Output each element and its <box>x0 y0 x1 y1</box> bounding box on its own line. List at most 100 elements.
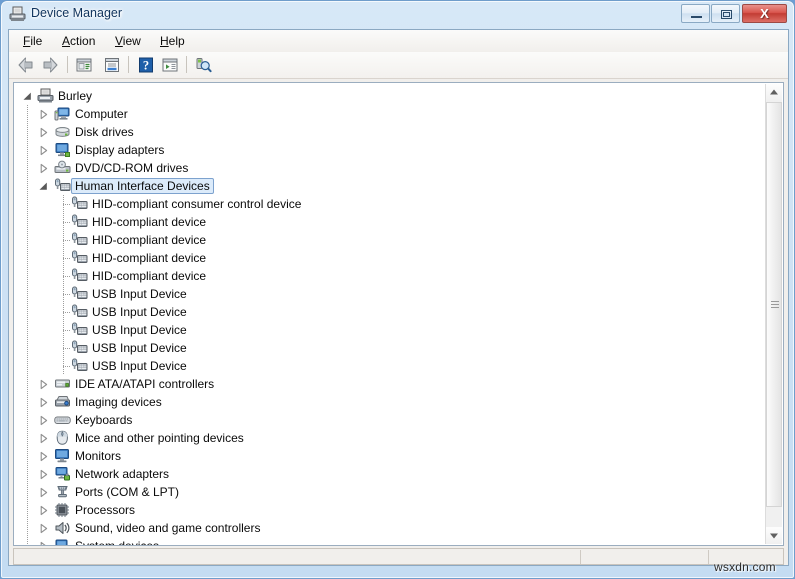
tree-expander-collapsed[interactable] <box>38 145 49 156</box>
scroll-thumb-grip <box>771 301 779 308</box>
scan-for-hardware-changes-icon[interactable] <box>194 56 212 74</box>
menu-view[interactable]: View <box>107 33 149 49</box>
tree-item[interactable]: HID-compliant consumer control device <box>14 195 768 213</box>
restore-button[interactable] <box>711 4 740 23</box>
help-icon[interactable]: ? <box>137 56 155 74</box>
tree-item-label: Human Interface Devices <box>71 178 214 194</box>
tree-expander-collapsed[interactable] <box>38 415 49 426</box>
tree-item[interactable]: DVD/CD-ROM drives <box>14 159 768 177</box>
tree-item-label: HID-compliant device <box>92 215 207 229</box>
client-area: File Action View Help ? Burley Computer … <box>8 29 789 566</box>
imaging-device-icon <box>54 394 71 410</box>
menu-help[interactable]: Help <box>152 33 193 49</box>
ide-controller-icon <box>54 376 71 392</box>
status-separator <box>708 550 709 564</box>
scroll-down-arrow[interactable] <box>766 527 782 544</box>
tree-item[interactable]: USB Input Device <box>14 321 768 339</box>
tree-expander-collapsed[interactable] <box>38 469 49 480</box>
tree-item[interactable]: HID-compliant device <box>14 213 768 231</box>
tree-item[interactable]: Network adapters <box>14 465 768 483</box>
tree-item[interactable]: USB Input Device <box>14 357 768 375</box>
hid-device-icon <box>71 322 88 338</box>
menu-action[interactable]: Action <box>54 33 103 49</box>
network-adapter-icon <box>54 466 71 482</box>
tree-expander-collapsed[interactable] <box>38 523 49 534</box>
device-manager-icon <box>9 6 26 22</box>
tree-guide-line <box>63 330 70 331</box>
tree-item[interactable]: USB Input Device <box>14 285 768 303</box>
tree-item-label: Monitors <box>75 449 122 463</box>
hid-device-icon <box>71 286 88 302</box>
tree-expander-collapsed[interactable] <box>38 541 49 545</box>
sound-controller-icon <box>54 520 71 536</box>
minimize-button[interactable] <box>681 4 710 23</box>
tree-item[interactable]: Sound, video and game controllers <box>14 519 768 537</box>
tree-expander-collapsed[interactable] <box>38 109 49 120</box>
update-driver-icon[interactable] <box>161 56 179 74</box>
tree-item[interactable]: Imaging devices <box>14 393 768 411</box>
display-adapter-icon <box>54 142 71 158</box>
tree-guide-line <box>63 222 70 223</box>
tree-guide-line <box>63 294 70 295</box>
tree-item-label: Computer <box>75 107 128 121</box>
tree-item-label: Processors <box>75 503 136 517</box>
monitor-icon <box>54 448 71 464</box>
tree-item[interactable]: System devices <box>14 537 768 545</box>
hid-device-icon <box>71 214 88 230</box>
properties-icon[interactable] <box>103 56 121 74</box>
tree-item-label: USB Input Device <box>92 305 187 319</box>
toolbar: ? <box>9 52 788 79</box>
tree-item[interactable]: HID-compliant device <box>14 231 768 249</box>
forward-arrow-icon[interactable] <box>41 56 59 74</box>
tree-expander-collapsed[interactable] <box>38 397 49 408</box>
tree-item[interactable]: Keyboards <box>14 411 768 429</box>
tree-item[interactable]: Mice and other pointing devices <box>14 429 768 447</box>
close-button[interactable]: X <box>742 4 787 23</box>
tree-item-label: Sound, video and game controllers <box>75 521 261 535</box>
menu-file[interactable]: File <box>15 33 50 49</box>
tree-expander-collapsed[interactable] <box>38 505 49 516</box>
tree-item[interactable]: Computer <box>14 105 768 123</box>
window-title: Device Manager <box>31 6 123 20</box>
tree-item[interactable]: Burley <box>14 87 768 105</box>
hid-device-icon <box>71 358 88 374</box>
tree-expander-expanded[interactable] <box>22 91 33 102</box>
tree-item[interactable]: IDE ATA/ATAPI controllers <box>14 375 768 393</box>
tree-expander-collapsed[interactable] <box>38 487 49 498</box>
tree-item-label: Imaging devices <box>75 395 162 409</box>
device-tree-pane[interactable]: Burley Computer Disk drives Display adapter… <box>13 82 784 546</box>
tree-item-label: HID-compliant device <box>92 233 207 247</box>
tree-expander-collapsed[interactable] <box>38 127 49 138</box>
tree-item-label: HID-compliant device <box>92 251 207 265</box>
tree-item[interactable]: HID-compliant device <box>14 267 768 285</box>
hid-device-icon <box>71 268 88 284</box>
tree-expander-collapsed[interactable] <box>38 433 49 444</box>
tree-expander-collapsed[interactable] <box>38 379 49 390</box>
hid-device-icon <box>71 232 88 248</box>
tree-item[interactable]: Human Interface Devices <box>14 177 768 195</box>
tree-item-label: System devices <box>75 538 159 545</box>
tree-item[interactable]: Ports (COM & LPT) <box>14 483 768 501</box>
tree-item[interactable]: Monitors <box>14 447 768 465</box>
vertical-scrollbar[interactable] <box>765 84 782 544</box>
toolbar-separator <box>186 56 187 73</box>
tree-expander-collapsed[interactable] <box>38 163 49 174</box>
scroll-up-arrow[interactable] <box>766 84 782 101</box>
status-separator <box>580 550 581 564</box>
tree-item[interactable]: Display adapters <box>14 141 768 159</box>
tree-expander-expanded[interactable] <box>38 181 49 192</box>
tree-item[interactable]: Disk drives <box>14 123 768 141</box>
tree-item-label: Display adapters <box>75 143 165 157</box>
tree-item[interactable]: Processors <box>14 501 768 519</box>
hid-device-icon <box>71 250 88 266</box>
tree-expander-collapsed[interactable] <box>38 451 49 462</box>
tree-item[interactable]: USB Input Device <box>14 303 768 321</box>
tree-item[interactable]: HID-compliant device <box>14 249 768 267</box>
tree-item-label: HID-compliant device <box>92 269 207 283</box>
back-arrow-icon[interactable] <box>17 56 35 74</box>
svg-text:?: ? <box>143 58 149 72</box>
toolbar-separator <box>128 56 129 73</box>
scroll-thumb[interactable] <box>766 102 782 507</box>
show-hide-console-tree-icon[interactable] <box>75 56 93 74</box>
tree-item[interactable]: USB Input Device <box>14 339 768 357</box>
